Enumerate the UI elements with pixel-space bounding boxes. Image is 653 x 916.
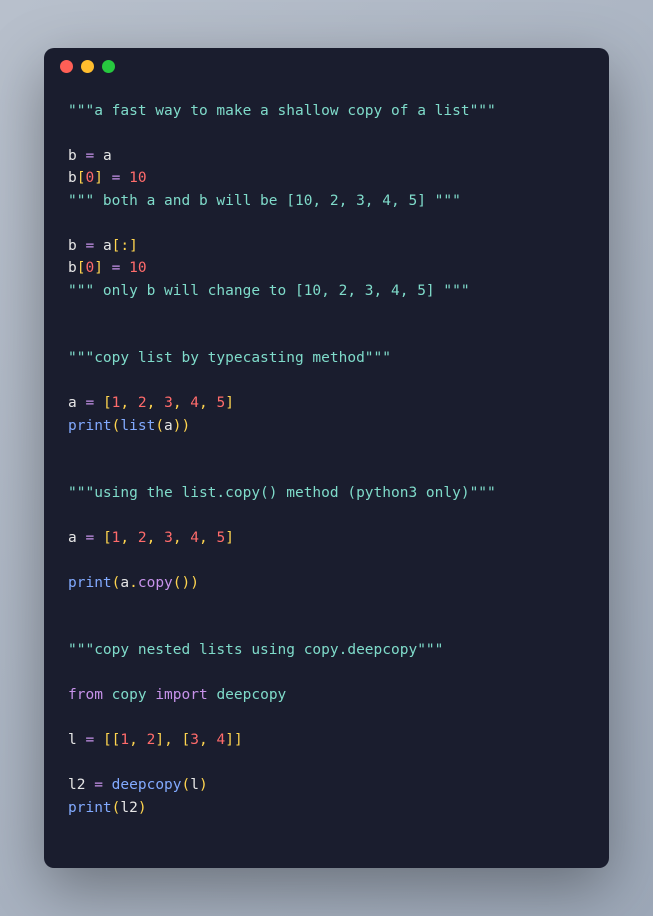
bracket: [: [103, 530, 112, 546]
paren: (: [173, 575, 182, 591]
module: copy: [112, 687, 147, 703]
num: 3: [164, 395, 173, 411]
paren: ): [190, 575, 199, 591]
paren: (: [155, 418, 164, 434]
var: l2: [120, 800, 137, 816]
docstring: """ only b will change to [10, 2, 3, 4, …: [68, 283, 470, 299]
var: a: [103, 148, 112, 164]
var: a: [68, 395, 77, 411]
num: 4: [216, 732, 225, 748]
bracket: ]: [94, 170, 103, 186]
paren: ): [173, 418, 182, 434]
var: a: [120, 575, 129, 591]
bracket: ]: [155, 732, 164, 748]
docstring: """a fast way to make a shallow copy of …: [68, 103, 496, 119]
fn-call: print: [68, 575, 112, 591]
var: a: [103, 238, 112, 254]
docstring: """copy nested lists using copy.deepcopy…: [68, 642, 443, 658]
comma: ,: [173, 395, 190, 411]
paren: ): [182, 575, 191, 591]
method: copy: [138, 575, 173, 591]
comma: ,: [147, 395, 164, 411]
comma: ,: [120, 395, 137, 411]
var: b: [68, 148, 77, 164]
colon: :: [120, 238, 129, 254]
num: 5: [216, 530, 225, 546]
bracket: [: [182, 732, 191, 748]
comma: ,: [129, 732, 146, 748]
bracket: [: [103, 395, 112, 411]
comma: ,: [120, 530, 137, 546]
op: =: [77, 238, 103, 254]
comma: ,: [147, 530, 164, 546]
minimize-icon[interactable]: [81, 60, 94, 73]
var: b: [68, 260, 77, 276]
op: =: [77, 395, 103, 411]
close-icon[interactable]: [60, 60, 73, 73]
paren: ): [138, 800, 147, 816]
var: a: [68, 530, 77, 546]
bracket: ]: [225, 395, 234, 411]
num: 1: [120, 732, 129, 748]
bracket: ]: [225, 530, 234, 546]
keyword: from: [68, 687, 103, 703]
num: 0: [85, 260, 94, 276]
code-window: """a fast way to make a shallow copy of …: [44, 48, 609, 868]
var: b: [68, 170, 77, 186]
op: =: [77, 530, 103, 546]
paren: (: [182, 777, 191, 793]
var: a: [164, 418, 173, 434]
op: =: [103, 260, 129, 276]
num: 3: [190, 732, 199, 748]
op: =: [103, 170, 129, 186]
fn-call: deepcopy: [112, 777, 182, 793]
titlebar: [44, 48, 609, 84]
num: 0: [85, 170, 94, 186]
num: 3: [164, 530, 173, 546]
op: =: [77, 148, 103, 164]
paren: ): [182, 418, 191, 434]
var: b: [68, 238, 77, 254]
bracket: ]: [129, 238, 138, 254]
op: =: [77, 732, 103, 748]
bracket: ]: [225, 732, 234, 748]
num: 10: [129, 170, 146, 186]
bracket: ]: [94, 260, 103, 276]
fn-call: print: [68, 800, 112, 816]
docstring: """copy list by typecasting method""": [68, 350, 391, 366]
code-block: """a fast way to make a shallow copy of …: [44, 84, 609, 843]
comma: ,: [199, 395, 216, 411]
var: l: [68, 732, 77, 748]
op: =: [85, 777, 111, 793]
num: 5: [216, 395, 225, 411]
num: 4: [190, 530, 199, 546]
fn-call: list: [120, 418, 155, 434]
dot: .: [129, 575, 138, 591]
comma: ,: [199, 530, 216, 546]
paren: ): [199, 777, 208, 793]
fn-call: print: [68, 418, 112, 434]
docstring: """ both a and b will be [10, 2, 3, 4, 5…: [68, 193, 461, 209]
keyword: import: [155, 687, 207, 703]
comma: ,: [164, 732, 181, 748]
module: deepcopy: [216, 687, 286, 703]
var: l2: [68, 777, 85, 793]
comma: ,: [199, 732, 216, 748]
docstring: """using the list.copy() method (python3…: [68, 485, 496, 501]
bracket: ]: [234, 732, 243, 748]
num: 2: [138, 395, 147, 411]
bracket: [: [103, 732, 112, 748]
zoom-icon[interactable]: [102, 60, 115, 73]
comma: ,: [173, 530, 190, 546]
var: l: [190, 777, 199, 793]
num: 4: [190, 395, 199, 411]
num: 10: [129, 260, 146, 276]
num: 2: [138, 530, 147, 546]
